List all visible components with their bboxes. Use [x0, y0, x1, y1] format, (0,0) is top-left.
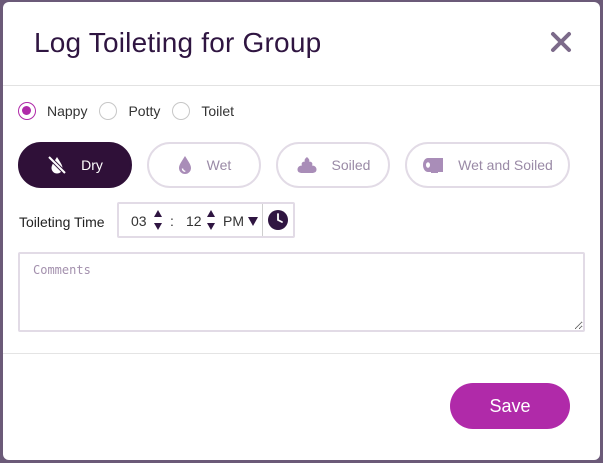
- status-wet-button[interactable]: Wet: [147, 142, 261, 188]
- toilet-type-radio-group: Nappy Potty Toilet: [18, 100, 246, 122]
- radio-potty[interactable]: Potty: [99, 102, 160, 120]
- status-wet-and-soiled-label: Wet and Soiled: [458, 157, 553, 173]
- footer-divider: [3, 353, 600, 354]
- status-soiled-button[interactable]: Soiled: [276, 142, 390, 188]
- minute-field[interactable]: 12: [186, 213, 202, 229]
- dialog-title: Log Toileting for Group: [34, 27, 322, 58]
- status-dry-button[interactable]: Dry: [18, 142, 132, 188]
- time-separator: :: [170, 213, 174, 229]
- hour-stepper[interactable]: [153, 208, 163, 232]
- status-wet-and-soiled-button[interactable]: Wet and Soiled: [405, 142, 570, 188]
- toileting-time-label: Toileting Time: [19, 214, 105, 230]
- hour-spin-icon: [154, 210, 162, 230]
- radio-toilet[interactable]: Toilet: [172, 102, 234, 120]
- dialog-header: Log Toileting for Group: [3, 2, 600, 86]
- radio-circle-selected: [18, 102, 36, 120]
- radio-circle: [99, 102, 118, 120]
- no-drop-icon: [47, 155, 67, 175]
- caret-down-icon: [248, 217, 258, 226]
- status-soiled-label: Soiled: [331, 157, 371, 173]
- close-button[interactable]: [548, 29, 574, 55]
- log-toileting-dialog: Log Toileting for Group Nappy Potty Toil…: [3, 2, 600, 460]
- minute-spin-icon: [207, 210, 215, 230]
- radio-label-toilet: Toilet: [201, 103, 235, 119]
- status-dry-label: Dry: [81, 157, 103, 173]
- meridiem-select[interactable]: PM: [223, 213, 244, 229]
- meridiem-dropdown-arrow[interactable]: [247, 214, 259, 226]
- hour-field[interactable]: 03: [131, 213, 147, 229]
- minute-stepper[interactable]: [206, 208, 216, 232]
- clock-button[interactable]: [262, 204, 293, 236]
- close-icon: [551, 32, 571, 52]
- water-drop-icon: [177, 155, 193, 175]
- radio-label-potty: Potty: [128, 103, 161, 119]
- poop-icon: [296, 156, 318, 174]
- clock-icon: [268, 210, 288, 230]
- radio-label-nappy: Nappy: [47, 103, 88, 119]
- radio-nappy[interactable]: Nappy: [18, 102, 87, 120]
- time-picker: 03 : 12 PM: [117, 202, 295, 238]
- status-wet-label: Wet: [206, 157, 232, 173]
- comments-textarea[interactable]: [18, 252, 585, 332]
- toilet-roll-icon: [422, 156, 444, 174]
- radio-circle: [172, 102, 191, 120]
- save-button[interactable]: Save: [450, 383, 570, 429]
